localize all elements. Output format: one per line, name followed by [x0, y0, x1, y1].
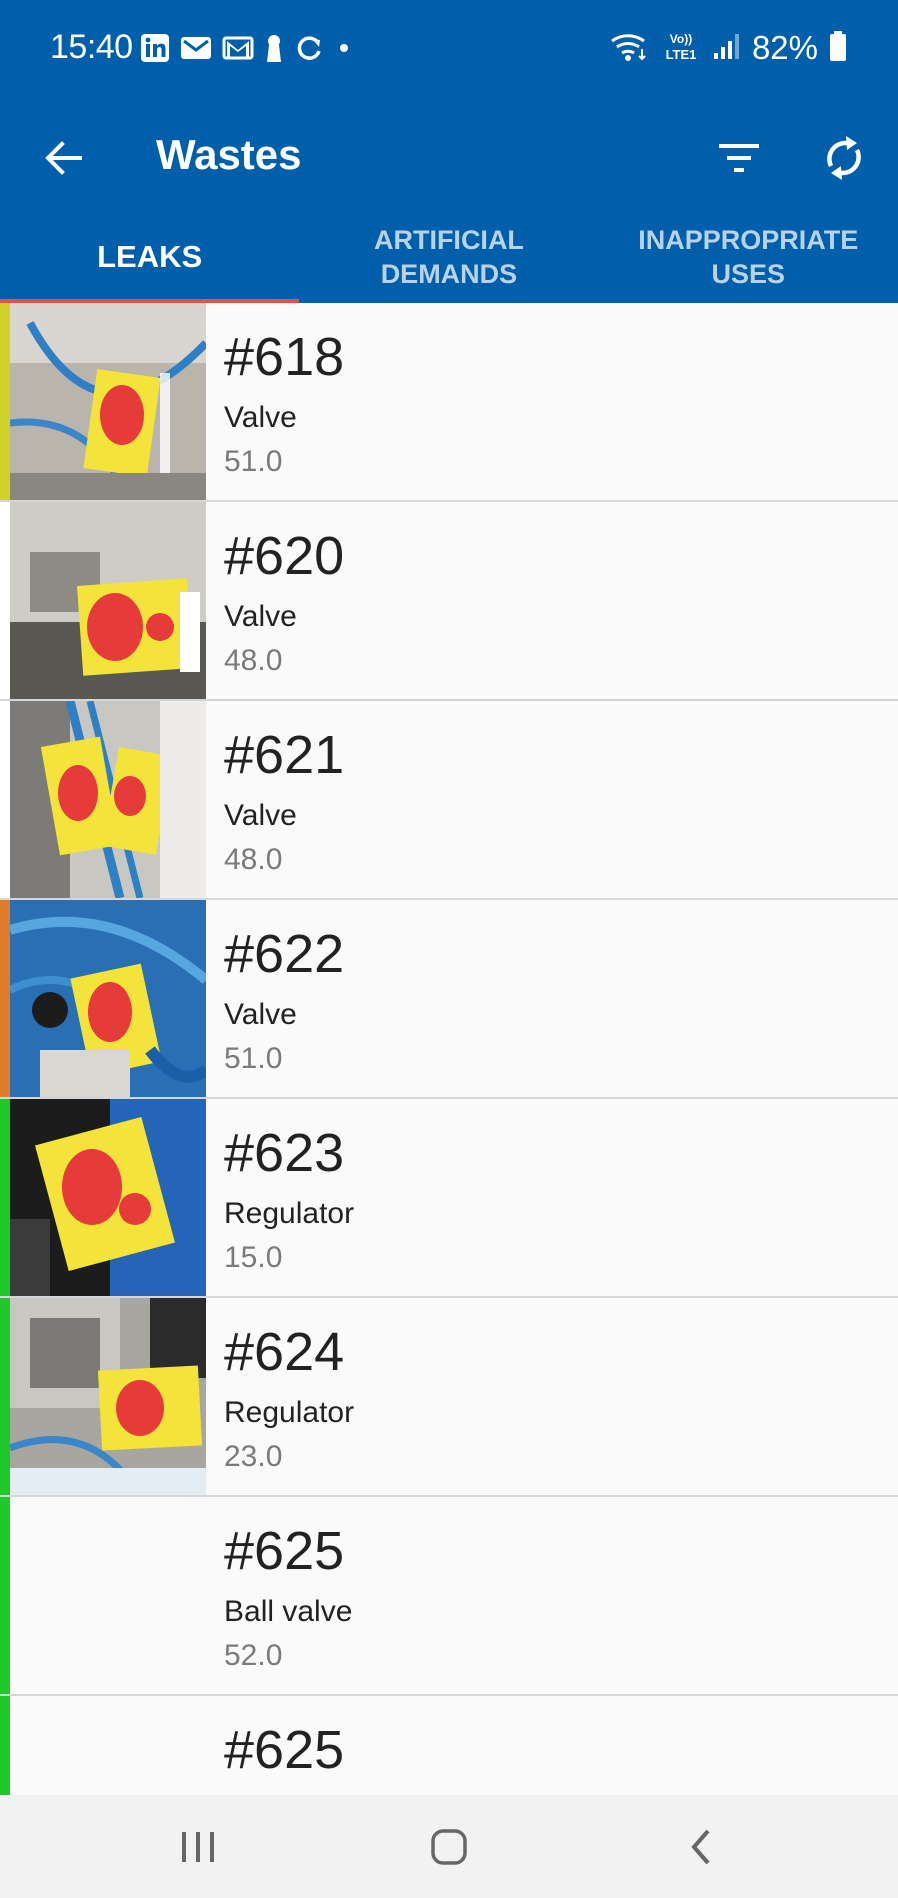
- list-item[interactable]: #624 Regulator 23.0: [0, 1298, 898, 1497]
- leak-id: #620: [224, 526, 345, 586]
- tab-inappropriate-uses[interactable]: INAPPROPRIATE USES: [599, 210, 898, 303]
- page-title: Wastes: [156, 131, 302, 178]
- leak-photo: [10, 1099, 206, 1296]
- list-item[interactable]: #625 Ball valve: [0, 1696, 898, 1795]
- dot-icon: [334, 33, 354, 63]
- status-strip: [0, 900, 10, 1097]
- leak-value: 48.0: [224, 644, 283, 677]
- leak-type: Valve: [224, 600, 297, 633]
- status-strip: [0, 701, 10, 898]
- status-strip: [0, 1696, 10, 1795]
- status-strip: [0, 502, 10, 699]
- status-strip: [0, 1497, 10, 1694]
- status-strip: [0, 303, 10, 500]
- list-item[interactable]: #625 Ball valve 52.0: [0, 1497, 898, 1696]
- arrow-left-icon: [45, 141, 82, 175]
- leak-value: 51.0: [224, 445, 283, 478]
- linkedin-icon: [140, 33, 170, 63]
- list-item[interactable]: #623 Regulator 15.0: [0, 1099, 898, 1298]
- leak-type: Ball valve: [224, 1595, 353, 1628]
- back-button[interactable]: [32, 126, 96, 190]
- status-strip: [0, 1298, 10, 1495]
- leak-id: #625: [224, 1521, 345, 1581]
- notification-icons: [140, 30, 354, 66]
- tab-leaks[interactable]: LEAKS: [0, 210, 300, 303]
- recents-button[interactable]: [148, 1815, 248, 1879]
- leak-type: Regulator: [224, 1197, 355, 1230]
- leak-value: 52.0: [224, 1639, 283, 1672]
- leak-value: 51.0: [224, 1042, 283, 1075]
- svg-text:LTE1: LTE1: [666, 47, 697, 62]
- lte-icon: Vo)) LTE1: [660, 29, 702, 68]
- home-icon: [431, 1829, 467, 1865]
- leak-list[interactable]: #618 Valve 51.0 #620 Valve 48.0 #621 Val…: [0, 303, 898, 1795]
- leak-type: Valve: [224, 998, 297, 1031]
- sync-icon: [294, 33, 324, 63]
- svg-text:Vo)): Vo)): [670, 32, 692, 46]
- leak-type: Valve: [224, 401, 297, 434]
- system-nav-bar: [0, 1795, 898, 1898]
- recents-icon: [182, 1832, 214, 1862]
- toolbar: Wastes: [0, 96, 898, 226]
- tab-artificial-demands[interactable]: ARTIFICIAL DEMANDS: [299, 210, 598, 303]
- tab-bar: LEAKS ARTIFICIAL DEMANDS INAPPROPRIATE U…: [0, 210, 898, 303]
- leak-photo: [10, 701, 206, 898]
- leak-photo: [10, 900, 206, 1097]
- leak-value: 23.0: [224, 1440, 283, 1473]
- leak-type: Regulator: [224, 1396, 355, 1429]
- status-right: Vo)) LTE1 82%: [610, 28, 848, 68]
- list-item[interactable]: #620 Valve 48.0: [0, 502, 898, 701]
- leak-value: 48.0: [224, 843, 283, 876]
- nav-back-icon: [691, 1829, 710, 1865]
- leak-id: #618: [224, 327, 345, 387]
- leak-type: Valve: [224, 799, 297, 832]
- leak-id: #623: [224, 1123, 345, 1183]
- leak-id: #625: [224, 1720, 345, 1780]
- filter-button[interactable]: [705, 124, 773, 192]
- leak-photo: [10, 303, 206, 500]
- gmail-icon: [222, 35, 254, 61]
- list-item[interactable]: #621 Valve 48.0: [0, 701, 898, 900]
- battery-icon: [828, 30, 848, 67]
- list-item[interactable]: #622 Valve 51.0: [0, 900, 898, 1099]
- keyhole-icon: [264, 33, 284, 63]
- status-time: 15:40: [50, 28, 133, 66]
- leak-value: 15.0: [224, 1241, 283, 1274]
- nav-back-button[interactable]: [651, 1815, 751, 1879]
- refresh-icon: [827, 136, 861, 180]
- filter-icon: [719, 144, 759, 172]
- mail-icon: [180, 35, 212, 61]
- list-item[interactable]: #618 Valve 51.0: [0, 303, 898, 502]
- leak-photo: [10, 1298, 206, 1495]
- leak-id: #621: [224, 725, 345, 785]
- leak-photo: [10, 502, 206, 699]
- leak-id: #624: [224, 1322, 345, 1382]
- home-button[interactable]: [399, 1815, 499, 1879]
- signal-icon: [712, 31, 742, 66]
- leak-id: #622: [224, 924, 345, 984]
- refresh-button[interactable]: [808, 122, 880, 194]
- wifi-icon: [610, 29, 650, 68]
- status-strip: [0, 1099, 10, 1296]
- status-bar: 15:40 Vo)) LTE1 82%: [0, 0, 898, 96]
- battery-percent: 82%: [751, 29, 818, 66]
